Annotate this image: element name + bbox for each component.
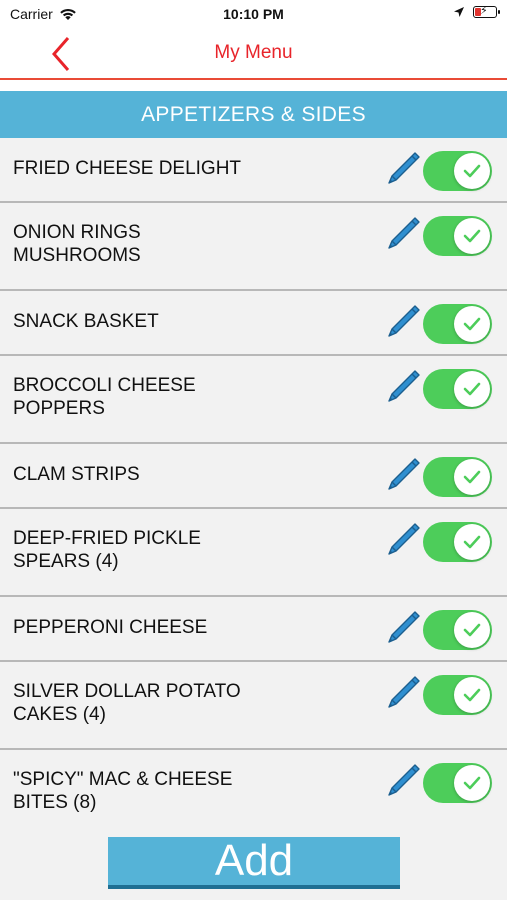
checkmark-icon — [463, 317, 481, 331]
menu-item-label: PEPPERONI CHEESE — [13, 617, 208, 638]
page-title: My Menu — [214, 42, 293, 63]
list-item[interactable]: "SPICY" MAC & CHEESE BITES (8) — [0, 750, 507, 838]
pencil-icon[interactable] — [384, 673, 422, 711]
menu-item-label: SILVER DOLLAR POTATO CAKES (4) — [13, 681, 241, 725]
toggle-knob — [454, 459, 490, 495]
pencil-icon[interactable] — [384, 761, 422, 799]
section-header: APPETIZERS & SIDES — [0, 91, 507, 138]
location-arrow-icon — [454, 7, 464, 17]
pencil-icon[interactable] — [384, 367, 422, 405]
pencil-icon[interactable] — [384, 608, 422, 646]
checkmark-icon — [463, 229, 481, 243]
enabled-toggle[interactable] — [423, 675, 492, 715]
pencil-icon[interactable] — [384, 149, 422, 187]
toggle-knob — [454, 612, 490, 648]
footer: Add — [0, 828, 507, 900]
enabled-toggle[interactable] — [423, 216, 492, 256]
menu-item-label: FRIED CHEESE DELIGHT — [13, 158, 242, 179]
list-item[interactable]: DEEP-FRIED PICKLE SPEARS (4) — [0, 509, 507, 597]
toggle-knob — [454, 371, 490, 407]
status-right: ⚡ — [453, 5, 500, 18]
enabled-toggle[interactable] — [423, 369, 492, 409]
menu-item-list: FRIED CHEESE DELIGHT ONION RINGS MUSHROOM… — [0, 138, 507, 838]
list-item[interactable]: SILVER DOLLAR POTATO CAKES (4) — [0, 662, 507, 750]
toggle-knob — [454, 765, 490, 801]
toggle-knob — [454, 306, 490, 342]
menu-item-label: CLAM STRIPS — [13, 464, 140, 485]
toggle-knob — [454, 677, 490, 713]
toggle-knob — [454, 153, 490, 189]
enabled-toggle[interactable] — [423, 522, 492, 562]
checkmark-icon — [463, 776, 481, 790]
list-item[interactable]: SNACK BASKET — [0, 291, 507, 356]
toggle-knob — [454, 524, 490, 560]
checkmark-icon — [463, 164, 481, 178]
enabled-toggle[interactable] — [423, 151, 492, 191]
pencil-icon[interactable] — [384, 520, 422, 558]
status-time: 10:10 PM — [223, 6, 284, 22]
battery-icon: ⚡ — [473, 5, 500, 18]
status-bar: Carrier 10:10 PM ⚡ — [0, 0, 507, 28]
enabled-toggle[interactable] — [423, 610, 492, 650]
add-button[interactable]: Add — [108, 836, 400, 889]
list-item[interactable]: BROCCOLI CHEESE POPPERS — [0, 356, 507, 444]
checkmark-icon — [463, 688, 481, 702]
menu-item-label: ONION RINGS MUSHROOMS — [13, 222, 141, 266]
menu-item-label: DEEP-FRIED PICKLE SPEARS (4) — [13, 528, 201, 572]
enabled-toggle[interactable] — [423, 763, 492, 803]
pencil-icon[interactable] — [384, 455, 422, 493]
nav-bar: My Menu — [0, 28, 507, 80]
enabled-toggle[interactable] — [423, 304, 492, 344]
list-item[interactable]: ONION RINGS MUSHROOMS — [0, 203, 507, 291]
list-item[interactable]: FRIED CHEESE DELIGHT — [0, 138, 507, 203]
pencil-icon[interactable] — [384, 302, 422, 340]
menu-item-label: SNACK BASKET — [13, 311, 159, 332]
menu-item-label: BROCCOLI CHEESE POPPERS — [13, 375, 196, 419]
list-item[interactable]: CLAM STRIPS — [0, 444, 507, 509]
charging-bolt-icon: ⚡ — [480, 5, 488, 17]
checkmark-icon — [463, 382, 481, 396]
pencil-icon[interactable] — [384, 214, 422, 252]
checkmark-icon — [463, 623, 481, 637]
checkmark-icon — [463, 470, 481, 484]
list-item[interactable]: PEPPERONI CHEESE — [0, 597, 507, 662]
menu-item-label: "SPICY" MAC & CHEESE BITES (8) — [13, 769, 233, 813]
toggle-knob — [454, 218, 490, 254]
enabled-toggle[interactable] — [423, 457, 492, 497]
section-title: APPETIZERS & SIDES — [141, 102, 366, 126]
checkmark-icon — [463, 535, 481, 549]
